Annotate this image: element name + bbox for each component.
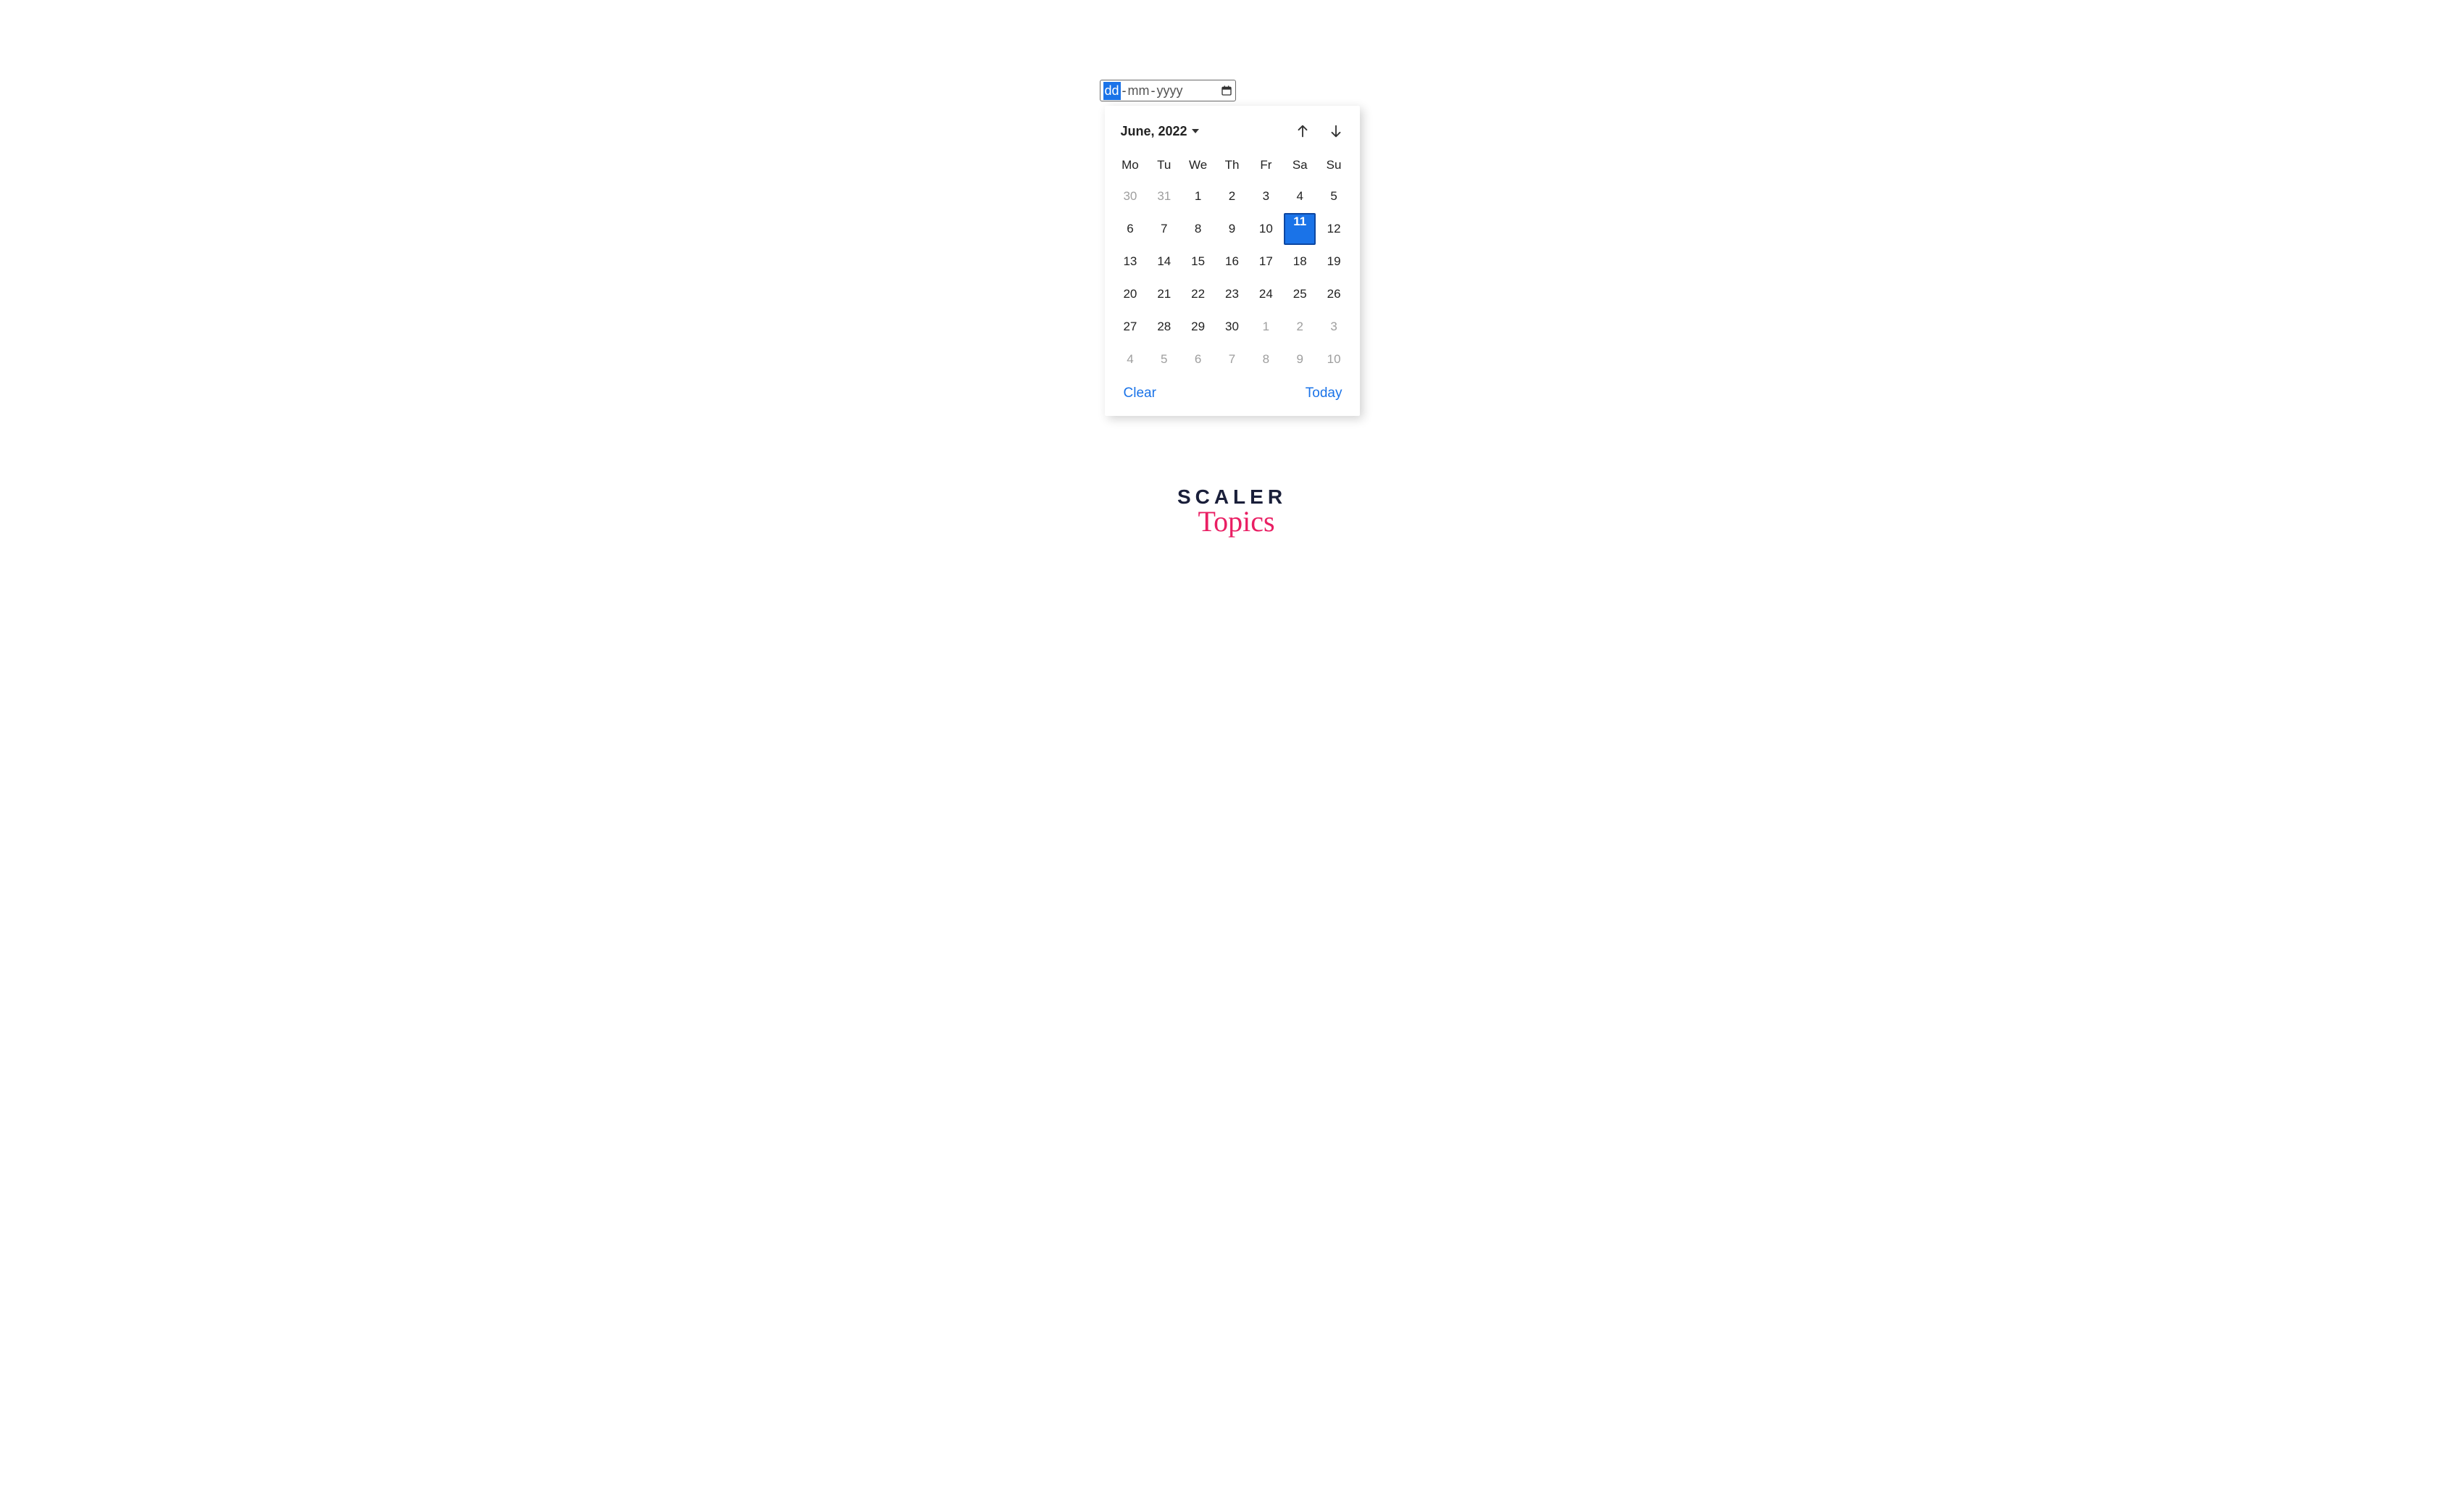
date-sep-2: -: [1150, 83, 1157, 99]
day-cell[interactable]: 10: [1317, 343, 1351, 375]
day-cell[interactable]: 10: [1249, 212, 1283, 245]
day-cell[interactable]: 30: [1114, 180, 1148, 212]
day-cell[interactable]: 21: [1147, 278, 1181, 310]
day-cell[interactable]: 23: [1215, 278, 1249, 310]
day-cell[interactable]: 25: [1283, 278, 1317, 310]
day-cell[interactable]: 6: [1181, 343, 1215, 375]
day-cell[interactable]: 3: [1249, 180, 1283, 212]
day-cell[interactable]: 20: [1114, 278, 1148, 310]
today-button[interactable]: Today: [1306, 385, 1342, 401]
day-cell[interactable]: 24: [1249, 278, 1283, 310]
canvas: dd - mm - yyyy June, 2022 MoTuWeThFrSaSu: [725, 0, 1740, 620]
day-cell[interactable]: 12: [1317, 212, 1351, 245]
day-cell[interactable]: 28: [1147, 310, 1181, 343]
date-input-field[interactable]: dd - mm - yyyy: [1100, 80, 1236, 101]
day-cell[interactable]: 7: [1215, 343, 1249, 375]
month-year-selector[interactable]: June, 2022: [1121, 124, 1199, 139]
prev-month-button[interactable]: [1295, 123, 1311, 139]
day-cell[interactable]: 16: [1215, 245, 1249, 278]
day-cell[interactable]: 5: [1317, 180, 1351, 212]
days-grid: 3031123456789101112131415161718192021222…: [1114, 180, 1351, 375]
day-cell[interactable]: 19: [1317, 245, 1351, 278]
month-year-label: June, 2022: [1121, 124, 1187, 139]
day-cell[interactable]: 14: [1147, 245, 1181, 278]
day-of-week-header: Fr: [1249, 152, 1283, 180]
day-cell[interactable]: 18: [1283, 245, 1317, 278]
day-cell[interactable]: 11: [1283, 212, 1317, 245]
day-of-week-header: Th: [1215, 152, 1249, 180]
date-input-mm[interactable]: mm: [1128, 83, 1150, 99]
date-input-yyyy[interactable]: yyyy: [1157, 83, 1183, 99]
calendar-footer: Clear Today: [1114, 375, 1351, 406]
day-cell[interactable]: 7: [1147, 212, 1181, 245]
date-sep-1: -: [1121, 83, 1128, 99]
day-cell[interactable]: 4: [1283, 180, 1317, 212]
day-of-week-header: Mo: [1114, 152, 1148, 180]
day-cell[interactable]: 9: [1215, 212, 1249, 245]
day-cell[interactable]: 26: [1317, 278, 1351, 310]
day-cell[interactable]: 13: [1114, 245, 1148, 278]
day-cell[interactable]: 1: [1181, 180, 1215, 212]
day-cell[interactable]: 29: [1181, 310, 1215, 343]
scaler-topics-logo: SCALER Topics: [1177, 485, 1287, 538]
month-nav: [1295, 123, 1348, 139]
logo-line-2: Topics: [1182, 504, 1291, 538]
day-cell[interactable]: 9: [1283, 343, 1317, 375]
day-cell[interactable]: 22: [1181, 278, 1215, 310]
date-input-dd[interactable]: dd: [1103, 82, 1121, 100]
day-cell[interactable]: 2: [1283, 310, 1317, 343]
day-of-week-header: Tu: [1147, 152, 1181, 180]
day-cell[interactable]: 15: [1181, 245, 1215, 278]
day-of-week-row: MoTuWeThFrSaSu: [1114, 152, 1351, 180]
day-cell[interactable]: 2: [1215, 180, 1249, 212]
day-cell[interactable]: 5: [1147, 343, 1181, 375]
day-cell[interactable]: 27: [1114, 310, 1148, 343]
calendar-popup: June, 2022 MoTuWeThFrSaSu 30311234567891…: [1105, 106, 1360, 416]
day-of-week-header: Su: [1317, 152, 1351, 180]
chevron-down-icon: [1192, 129, 1199, 133]
day-cell[interactable]: 17: [1249, 245, 1283, 278]
day-cell[interactable]: 8: [1249, 343, 1283, 375]
day-of-week-header: We: [1181, 152, 1215, 180]
day-cell[interactable]: 30: [1215, 310, 1249, 343]
day-cell[interactable]: 8: [1181, 212, 1215, 245]
calendar-header: June, 2022: [1114, 117, 1351, 152]
next-month-button[interactable]: [1328, 123, 1344, 139]
calendar-icon[interactable]: [1221, 85, 1232, 96]
day-cell[interactable]: 1: [1249, 310, 1283, 343]
day-cell[interactable]: 6: [1114, 212, 1148, 245]
day-of-week-header: Sa: [1283, 152, 1317, 180]
day-cell[interactable]: 3: [1317, 310, 1351, 343]
day-cell[interactable]: 4: [1114, 343, 1148, 375]
day-cell[interactable]: 31: [1147, 180, 1181, 212]
clear-button[interactable]: Clear: [1124, 385, 1156, 401]
day-cell-selected[interactable]: 11: [1284, 213, 1316, 245]
